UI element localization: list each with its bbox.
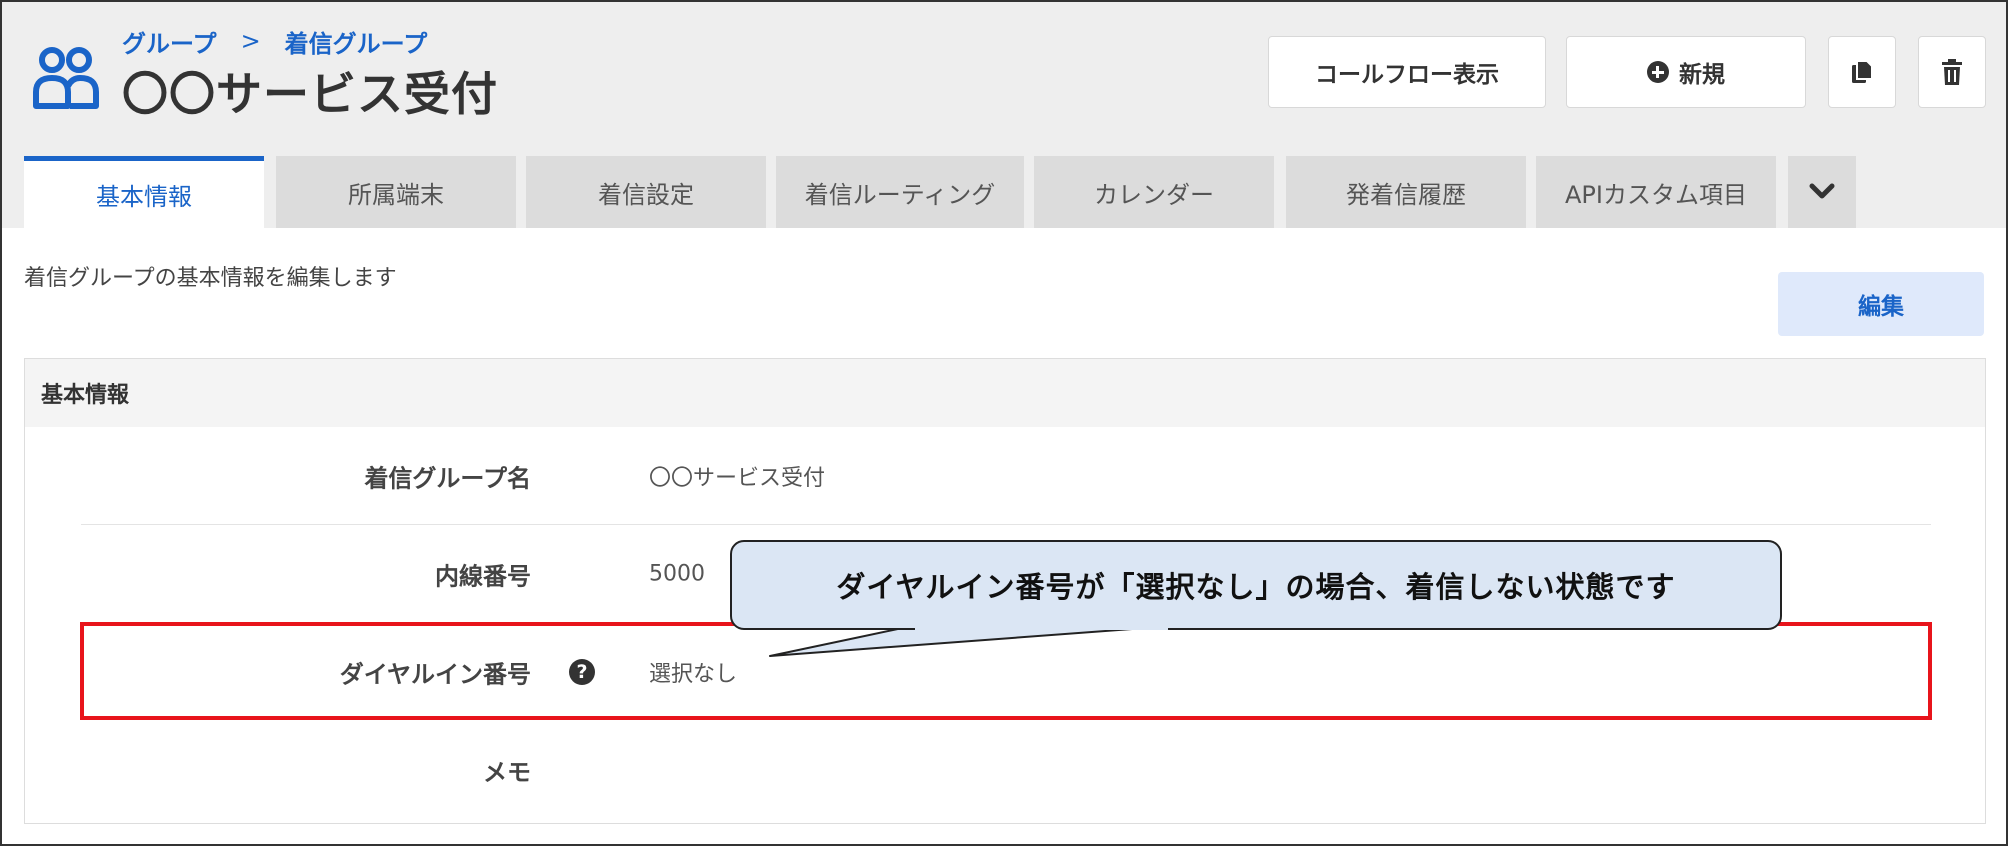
page-title: 〇〇サービス受付: [122, 67, 498, 121]
breadcrumb-item-incoming-group[interactable]: 着信グループ: [285, 24, 428, 59]
tab-member-devices[interactable]: 所属端末: [276, 156, 516, 228]
copy-icon: [1852, 60, 1873, 83]
tab-incoming-settings[interactable]: 着信設定: [526, 156, 766, 228]
copy-button[interactable]: [1828, 36, 1896, 108]
edit-button[interactable]: 編集: [1778, 272, 1984, 336]
page-header: グループ > 着信グループ 〇〇サービス受付 コールフロー表示 新規 基本情報 …: [2, 2, 2006, 228]
breadcrumb-item-group[interactable]: グループ: [122, 24, 217, 59]
trash-icon: [1942, 59, 1962, 85]
field-value: 〇〇サービス受付: [649, 465, 826, 491]
field-value: 選択なし: [649, 662, 738, 687]
field-row-memo: メモ: [81, 721, 1931, 819]
tab-call-history[interactable]: 発着信履歴: [1286, 156, 1526, 228]
field-value: 5000: [649, 561, 705, 587]
panel-title: 基本情報: [25, 359, 1985, 427]
breadcrumb: グループ > 着信グループ: [122, 24, 427, 58]
field-label: 着信グループ名: [364, 464, 531, 492]
chevron-down-icon: [1809, 183, 1835, 199]
callflow-button[interactable]: コールフロー表示: [1268, 36, 1546, 108]
field-row-group-name: 着信グループ名 〇〇サービス受付: [81, 427, 1931, 525]
annotation-callout: ダイヤルイン番号が「選択なし」の場合、着信しない状態です: [730, 540, 1782, 630]
question-circle-icon[interactable]: ?: [569, 659, 595, 685]
page-description: 着信グループの基本情報を編集します: [24, 266, 397, 291]
app-window: グループ > 着信グループ 〇〇サービス受付 コールフロー表示 新規 基本情報 …: [0, 0, 2008, 846]
tab-basic-info[interactable]: 基本情報: [24, 156, 264, 228]
tab-incoming-routing[interactable]: 着信ルーティング: [776, 156, 1024, 228]
group-icon: [33, 47, 99, 109]
field-label: メモ: [483, 758, 531, 787]
field-row-dial-in: ダイヤルイン番号 ? 選択なし: [81, 623, 1931, 721]
delete-button[interactable]: [1918, 36, 1986, 108]
new-button-label: 新規: [1679, 62, 1725, 88]
tab-api-custom-fields[interactable]: APIカスタム項目: [1536, 156, 1776, 228]
breadcrumb-separator: >: [240, 27, 261, 55]
plus-circle-icon: [1647, 61, 1669, 83]
tab-calendar[interactable]: カレンダー: [1034, 156, 1274, 228]
tab-more-button[interactable]: [1788, 156, 1856, 228]
field-label: ダイヤルイン番号: [339, 660, 531, 689]
field-label: 内線番号: [435, 562, 531, 591]
new-button[interactable]: 新規: [1566, 36, 1806, 108]
